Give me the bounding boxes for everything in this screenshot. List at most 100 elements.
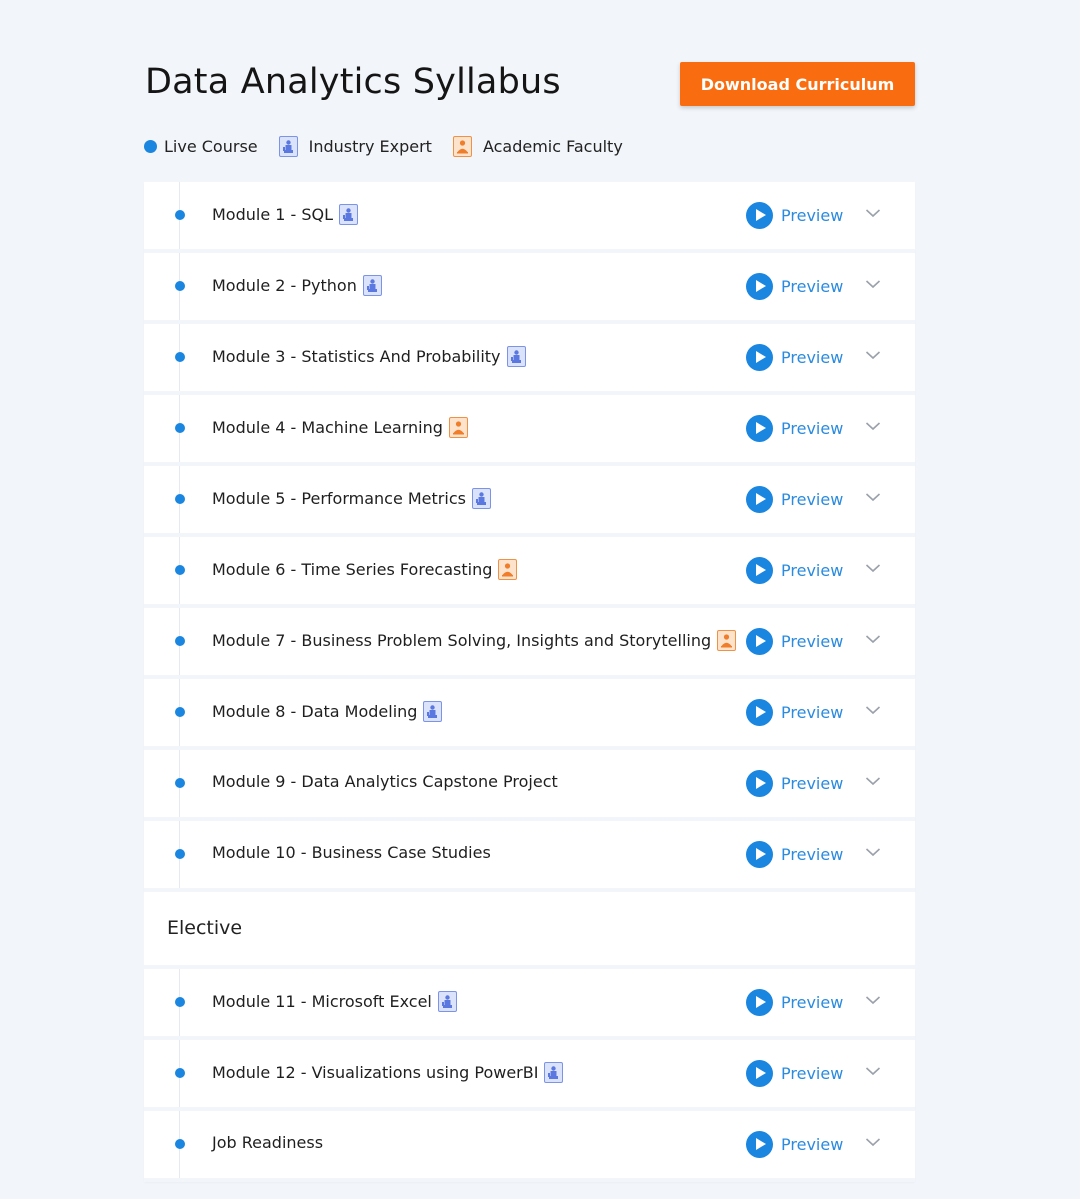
preview-button[interactable]: Preview [746, 628, 843, 655]
chevron-down-icon[interactable] [865, 347, 881, 363]
live-course-dot-icon [144, 139, 157, 153]
module-row[interactable]: Module 3 - Statistics And Probability Pre… [144, 324, 915, 395]
chevron-down-icon[interactable] [865, 418, 881, 434]
preview-label: Preview [781, 561, 844, 580]
module-title-text: Module 8 - Data Modeling [212, 702, 418, 721]
preview-button[interactable]: Preview [746, 273, 843, 300]
module-title[interactable]: Module 5 - Performance Metrics [212, 488, 491, 509]
module-title[interactable]: Module 1 - SQL [212, 204, 359, 225]
industry-expert-icon [506, 346, 526, 367]
legend-academic-faculty: Academic Faculty [452, 135, 623, 157]
chevron-down-icon[interactable] [865, 631, 881, 647]
module-title-text: Module 4 - Machine Learning [212, 418, 443, 437]
module-title[interactable]: Module 9 - Data Analytics Capstone Proje… [212, 772, 558, 791]
preview-button[interactable]: Preview [746, 841, 843, 868]
module-row[interactable]: Module 8 - Data Modeling Preview [144, 679, 915, 750]
syllabus-container: Data Analytics Syllabus Download Curricu… [144, 56, 915, 1182]
preview-label: Preview [781, 419, 844, 438]
preview-button[interactable]: Preview [746, 202, 843, 229]
module-row[interactable]: Module 6 - Time Series Forecasting Previe… [144, 537, 915, 608]
preview-label: Preview [781, 632, 844, 651]
module-row[interactable]: Module 4 - Machine Learning Preview [144, 395, 915, 466]
academic-faculty-icon [717, 630, 737, 651]
module-title[interactable]: Job Readiness [212, 1133, 323, 1152]
preview-button[interactable]: Preview [746, 770, 843, 797]
chevron-down-icon[interactable] [865, 1134, 881, 1150]
play-icon [746, 989, 773, 1016]
chevron-down-icon[interactable] [865, 560, 881, 576]
chevron-down-icon[interactable] [865, 844, 881, 860]
legend-industry-expert: Industry Expert [278, 135, 432, 157]
preview-button[interactable]: Preview [746, 699, 843, 726]
module-title[interactable]: Module 4 - Machine Learning [212, 417, 468, 438]
play-icon [746, 273, 773, 300]
chevron-down-icon[interactable] [865, 489, 881, 505]
timeline-dot-icon [175, 281, 185, 291]
chevron-down-icon[interactable] [865, 702, 881, 718]
header: Data Analytics Syllabus Download Curricu… [144, 56, 915, 120]
timeline-dot-icon [175, 565, 185, 575]
preview-button[interactable]: Preview [746, 557, 843, 584]
preview-label: Preview [781, 206, 844, 225]
module-row[interactable]: Module 10 - Business Case Studies Preview [144, 821, 915, 892]
module-row[interactable]: Module 5 - Performance Metrics Preview [144, 466, 915, 537]
industry-expert-icon [423, 701, 443, 722]
legend-live-label: Live Course [164, 136, 258, 156]
academic-faculty-icon [498, 559, 518, 580]
module-title[interactable]: Module 8 - Data Modeling [212, 701, 443, 722]
download-curriculum-button[interactable]: Download Curriculum [680, 62, 915, 106]
legend-live-course: Live Course [144, 137, 258, 156]
industry-expert-icon [544, 1062, 564, 1083]
timeline-dot-icon [175, 494, 185, 504]
play-icon [746, 415, 773, 442]
chevron-down-icon[interactable] [865, 205, 881, 221]
play-icon [746, 699, 773, 726]
module-row[interactable]: Module 1 - SQL Preview [144, 182, 915, 253]
elective-section-header: Elective [144, 892, 915, 969]
industry-expert-icon [339, 204, 359, 225]
preview-button[interactable]: Preview [746, 344, 843, 371]
preview-label: Preview [781, 993, 844, 1012]
module-row[interactable]: Module 7 - Business Problem Solving, Ins… [144, 608, 915, 679]
preview-button[interactable]: Preview [746, 1131, 843, 1158]
chevron-down-icon[interactable] [865, 992, 881, 1008]
play-icon [746, 628, 773, 655]
module-title[interactable]: Module 2 - Python [212, 275, 382, 296]
chevron-down-icon[interactable] [865, 1063, 881, 1079]
chevron-down-icon[interactable] [865, 773, 881, 789]
legend: Live Course Industry Expert Academic Fac… [144, 131, 915, 161]
module-row[interactable]: Module 12 - Visualizations using PowerBI… [144, 1040, 915, 1111]
timeline-dot-icon [175, 707, 185, 717]
industry-expert-icon [362, 275, 382, 296]
preview-label: Preview [781, 277, 844, 296]
module-title[interactable]: Module 3 - Statistics And Probability [212, 346, 526, 367]
chevron-down-icon[interactable] [865, 276, 881, 292]
module-title[interactable]: Module 7 - Business Problem Solving, Ins… [212, 630, 737, 651]
module-title[interactable]: Module 6 - Time Series Forecasting [212, 559, 518, 580]
preview-button[interactable]: Preview [746, 989, 843, 1016]
module-title-text: Module 1 - SQL [212, 205, 334, 224]
play-icon [746, 841, 773, 868]
module-row[interactable]: Job Readiness Preview [144, 1111, 915, 1182]
module-title[interactable]: Module 11 - Microsoft Excel [212, 991, 457, 1012]
timeline-dot-icon [175, 636, 185, 646]
module-title-text: Module 2 - Python [212, 276, 357, 295]
module-title-text: Module 9 - Data Analytics Capstone Proje… [212, 772, 558, 791]
module-row[interactable]: Module 9 - Data Analytics Capstone Proje… [144, 750, 915, 821]
preview-button[interactable]: Preview [746, 486, 843, 513]
play-icon [746, 344, 773, 371]
module-title-text: Module 6 - Time Series Forecasting [212, 560, 493, 579]
module-title-text: Module 3 - Statistics And Probability [212, 347, 501, 366]
module-title[interactable]: Module 10 - Business Case Studies [212, 843, 491, 862]
preview-button[interactable]: Preview [746, 1060, 843, 1087]
module-row[interactable]: Module 2 - Python Preview [144, 253, 915, 324]
timeline-dot-icon [175, 778, 185, 788]
module-row[interactable]: Module 11 - Microsoft Excel Preview [144, 969, 915, 1040]
preview-label: Preview [781, 348, 844, 367]
module-title-text: Module 7 - Business Problem Solving, Ins… [212, 631, 712, 650]
industry-expert-icon [278, 135, 298, 157]
timeline-dot-icon [175, 1068, 185, 1078]
module-title[interactable]: Module 12 - Visualizations using PowerBI [212, 1062, 564, 1083]
preview-button[interactable]: Preview [746, 415, 843, 442]
timeline-dot-icon [175, 1139, 185, 1149]
